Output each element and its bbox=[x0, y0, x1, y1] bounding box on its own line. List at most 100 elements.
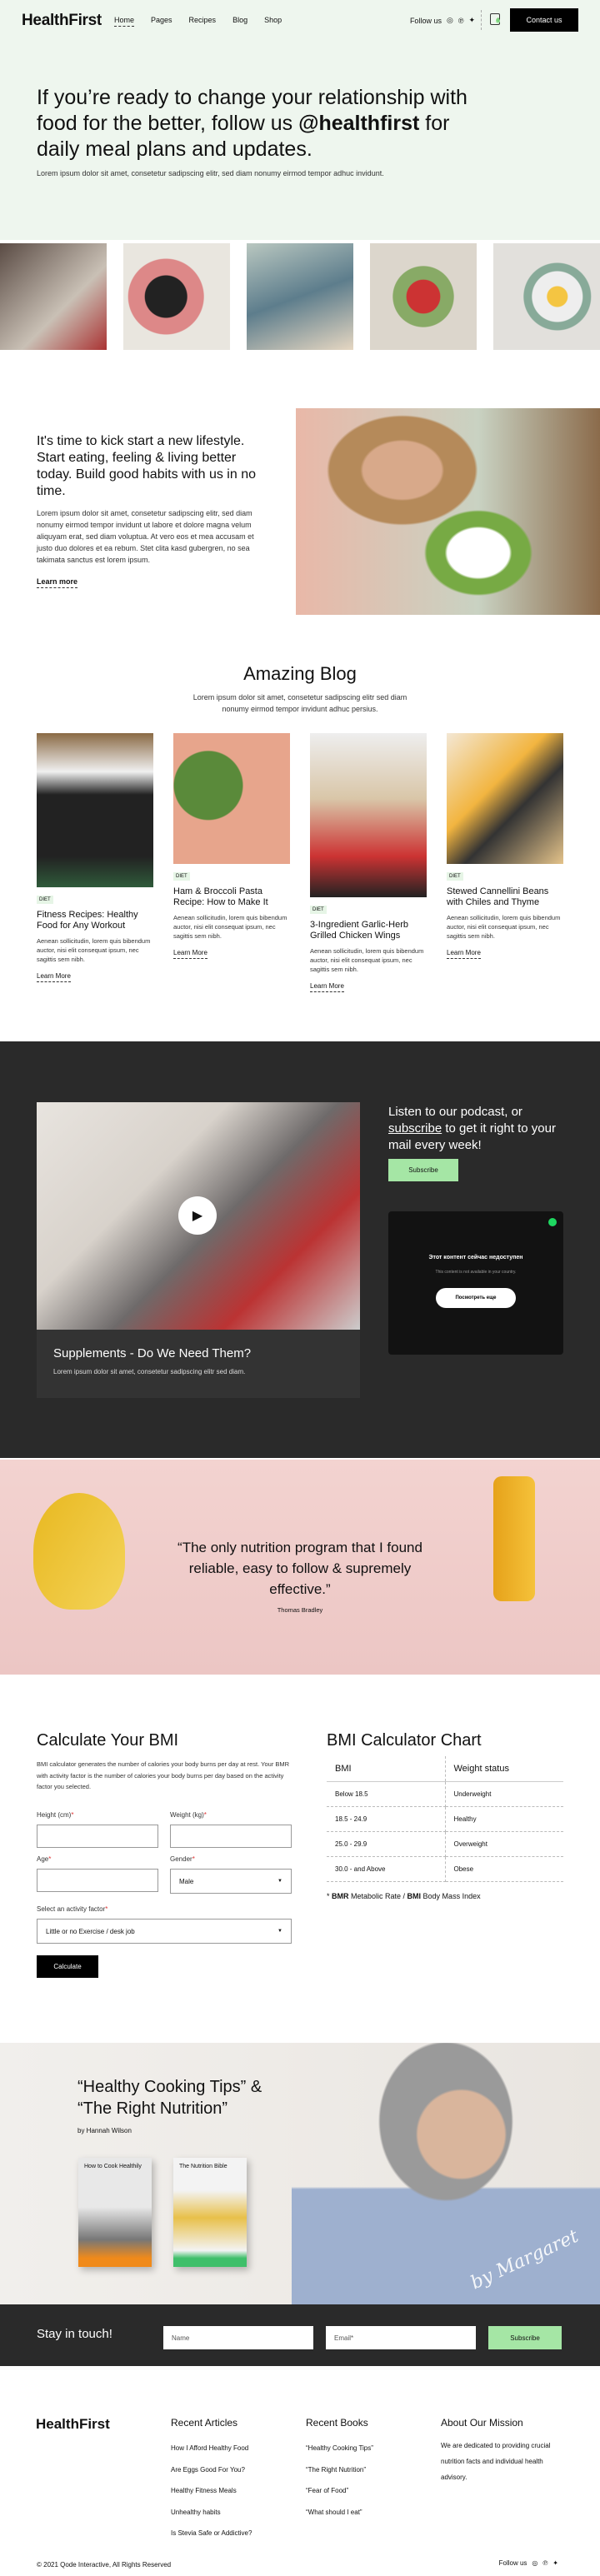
blog-learn-more[interactable]: Learn More bbox=[173, 949, 208, 959]
cart-icon[interactable]: 0 bbox=[490, 13, 501, 25]
footer-link[interactable]: “Fear of Food” bbox=[306, 2480, 373, 2502]
instagram-photo[interactable] bbox=[0, 243, 107, 350]
age-label: Age* bbox=[37, 1855, 51, 1863]
footer-articles: Recent Articles How I Afford Healthy Foo… bbox=[171, 2416, 252, 2544]
blog-learn-more[interactable]: Learn More bbox=[447, 949, 481, 959]
hero-handle[interactable]: @healthfirst bbox=[298, 112, 419, 135]
footer-link[interactable]: “What should I eat” bbox=[306, 2502, 373, 2524]
hero-section: HealthFirst Home Pages Recipes Blog Shop… bbox=[0, 0, 600, 240]
activity-label: Select an activity factor* bbox=[37, 1905, 108, 1913]
podcast-subscribe-button[interactable]: Subscribe bbox=[388, 1159, 458, 1181]
blog-card-image[interactable] bbox=[173, 733, 290, 864]
blog-card-image[interactable] bbox=[37, 733, 153, 887]
instagram-icon[interactable]: ◎ bbox=[532, 2559, 538, 2567]
footer-link[interactable]: “Healthy Cooking Tips” bbox=[306, 2438, 373, 2459]
blog-tag[interactable]: DIET bbox=[37, 896, 53, 904]
blog-tag[interactable]: DIET bbox=[447, 872, 463, 881]
bmi-text: BMI calculator generates the number of c… bbox=[37, 1760, 290, 1790]
intro-learn-more[interactable]: Learn more bbox=[37, 577, 78, 588]
intro-heading: It's time to kick start a new lifestyle.… bbox=[37, 434, 256, 498]
book-cover[interactable]: How to Cook Healthily bbox=[78, 2158, 152, 2267]
twitter-icon[interactable]: ✦ bbox=[468, 16, 475, 25]
mission-text: We are dedicated to providing crucial nu… bbox=[441, 2442, 551, 2481]
newsletter-subscribe-button[interactable]: Subscribe bbox=[488, 2326, 562, 2349]
blog-card-title[interactable]: Ham & Broccoli Pasta Recipe: How to Make… bbox=[173, 886, 290, 908]
age-input[interactable] bbox=[37, 1869, 158, 1892]
contact-button[interactable]: Contact us bbox=[510, 8, 578, 32]
required-mark: * bbox=[71, 1811, 74, 1819]
play-icon[interactable]: ▶ bbox=[178, 1196, 217, 1235]
blog-card-title[interactable]: Fitness Recipes: Healthy Food for Any Wo… bbox=[37, 910, 153, 931]
table-cell: 18.5 - 24.9 bbox=[327, 1806, 446, 1832]
twitter-icon[interactable]: ✦ bbox=[552, 2559, 558, 2567]
footer-link[interactable]: Are Eggs Good For You? bbox=[171, 2459, 252, 2481]
weight-input[interactable] bbox=[170, 1825, 292, 1848]
table-cell: 30.0 - and Above bbox=[327, 1856, 446, 1882]
footer-logo[interactable]: HealthFirst bbox=[36, 2416, 110, 2433]
blog-card-image[interactable] bbox=[310, 733, 427, 897]
bmi-note: * BMR Metabolic Rate / BMI Body Mass Ind… bbox=[327, 1892, 481, 1900]
embed-more-button[interactable]: Посмотреть еще bbox=[436, 1288, 516, 1308]
instagram-photo[interactable] bbox=[123, 243, 230, 350]
column-header: BMI bbox=[327, 1756, 446, 1782]
activity-label-text: Select an activity factor bbox=[37, 1905, 106, 1913]
follow-label: Follow us bbox=[498, 2559, 528, 2567]
spotify-embed: Этот контент сейчас недоступен This cont… bbox=[388, 1211, 563, 1355]
blog-tag[interactable]: DIET bbox=[310, 906, 327, 914]
age-label-text: Age bbox=[37, 1855, 49, 1863]
instagram-photo[interactable] bbox=[247, 243, 353, 350]
intro-text: Lorem ipsum dolor sit amet, consetetur s… bbox=[37, 509, 254, 564]
table-cell: Overweight bbox=[445, 1831, 563, 1857]
table-row: Below 18.5 Underweight bbox=[327, 1781, 563, 1807]
email-input[interactable]: Email* bbox=[326, 2326, 476, 2349]
hero-text: Lorem ipsum dolor sit amet, consetetur s… bbox=[37, 169, 384, 177]
footer-link[interactable]: Unhealthy habits bbox=[171, 2502, 252, 2524]
blog-title: Amazing Blog bbox=[243, 663, 357, 684]
video-title: Supplements - Do We Need Them? bbox=[53, 1346, 252, 1360]
pinterest-icon[interactable]: ℗ bbox=[458, 17, 464, 25]
follow-label: Follow us bbox=[409, 16, 442, 25]
blog-learn-more[interactable]: Learn More bbox=[310, 982, 344, 992]
blog-card-title[interactable]: 3-Ingredient Garlic-Herb Grilled Chicken… bbox=[310, 920, 427, 941]
newsletter-title: Stay in touch! bbox=[37, 2327, 112, 2341]
instagram-icon[interactable]: ◎ bbox=[447, 16, 453, 25]
pinterest-icon[interactable]: ℗ bbox=[542, 2559, 548, 2567]
footer-link[interactable]: How I Afford Healthy Food bbox=[171, 2438, 252, 2459]
blog-card-title[interactable]: Stewed Cannellini Beans with Chiles and … bbox=[447, 886, 563, 908]
gender-select[interactable]: Male ▼ bbox=[170, 1869, 292, 1894]
blog-subtitle: Lorem ipsum dolor sit amet, consetetur s… bbox=[192, 693, 408, 713]
height-input[interactable] bbox=[37, 1825, 158, 1848]
nav-blog[interactable]: Blog bbox=[232, 16, 248, 27]
footer-mission: About Our Mission We are dedicated to pr… bbox=[441, 2416, 566, 2485]
nav-pages[interactable]: Pages bbox=[151, 16, 172, 27]
footer-social: Follow us ◎ ℗ ✦ bbox=[499, 2559, 558, 2567]
name-input[interactable]: Name bbox=[163, 2326, 313, 2349]
blog-card-image[interactable] bbox=[447, 733, 563, 864]
activity-select[interactable]: Little or no Exercise / desk job ▼ bbox=[37, 1919, 292, 1944]
author-photo bbox=[292, 2043, 600, 2304]
video-caption: Supplements - Do We Need Them? Lorem ips… bbox=[37, 1330, 360, 1398]
logo[interactable]: HealthFirst bbox=[22, 12, 102, 30]
instagram-photo[interactable] bbox=[493, 243, 600, 350]
instagram-photo[interactable] bbox=[370, 243, 477, 350]
intro-image bbox=[296, 408, 600, 615]
footer-link[interactable]: Is Stevia Safe or Addictive? bbox=[171, 2523, 252, 2544]
blog-tag[interactable]: DIET bbox=[173, 872, 190, 881]
book-cover[interactable]: The Nutrition Bible bbox=[173, 2158, 247, 2267]
blog-learn-more[interactable]: Learn More bbox=[37, 972, 71, 982]
height-label-text: Height (cm) bbox=[37, 1811, 72, 1819]
blog-card: DIET Stewed Cannellini Beans with Chiles… bbox=[447, 733, 563, 959]
nav-shop[interactable]: Shop bbox=[264, 16, 282, 27]
nav-recipes[interactable]: Recipes bbox=[189, 16, 217, 27]
embed-text: This content is not available in your co… bbox=[435, 1270, 517, 1275]
blog-card-text: Aenean sollicitudin, lorem quis bibendum… bbox=[37, 937, 151, 963]
bmi-table: BMI Weight status Below 18.5 Underweight 1… bbox=[327, 1756, 563, 1882]
footer-link[interactable]: “The Right Nutrition” bbox=[306, 2459, 373, 2481]
blog-card-text: Aenean sollicitudin, lorem quis bibendum… bbox=[310, 947, 424, 973]
calculate-button[interactable]: Calculate bbox=[37, 1955, 98, 1978]
nav-home[interactable]: Home bbox=[114, 16, 135, 27]
column-header: Weight status bbox=[445, 1756, 563, 1782]
subscribe-link[interactable]: subscribe bbox=[388, 1121, 442, 1136]
books-title: “Healthy Cooking Tips” & “The Right Nutr… bbox=[78, 2078, 262, 2118]
footer-link[interactable]: Healthy Fitness Meals bbox=[171, 2480, 252, 2502]
